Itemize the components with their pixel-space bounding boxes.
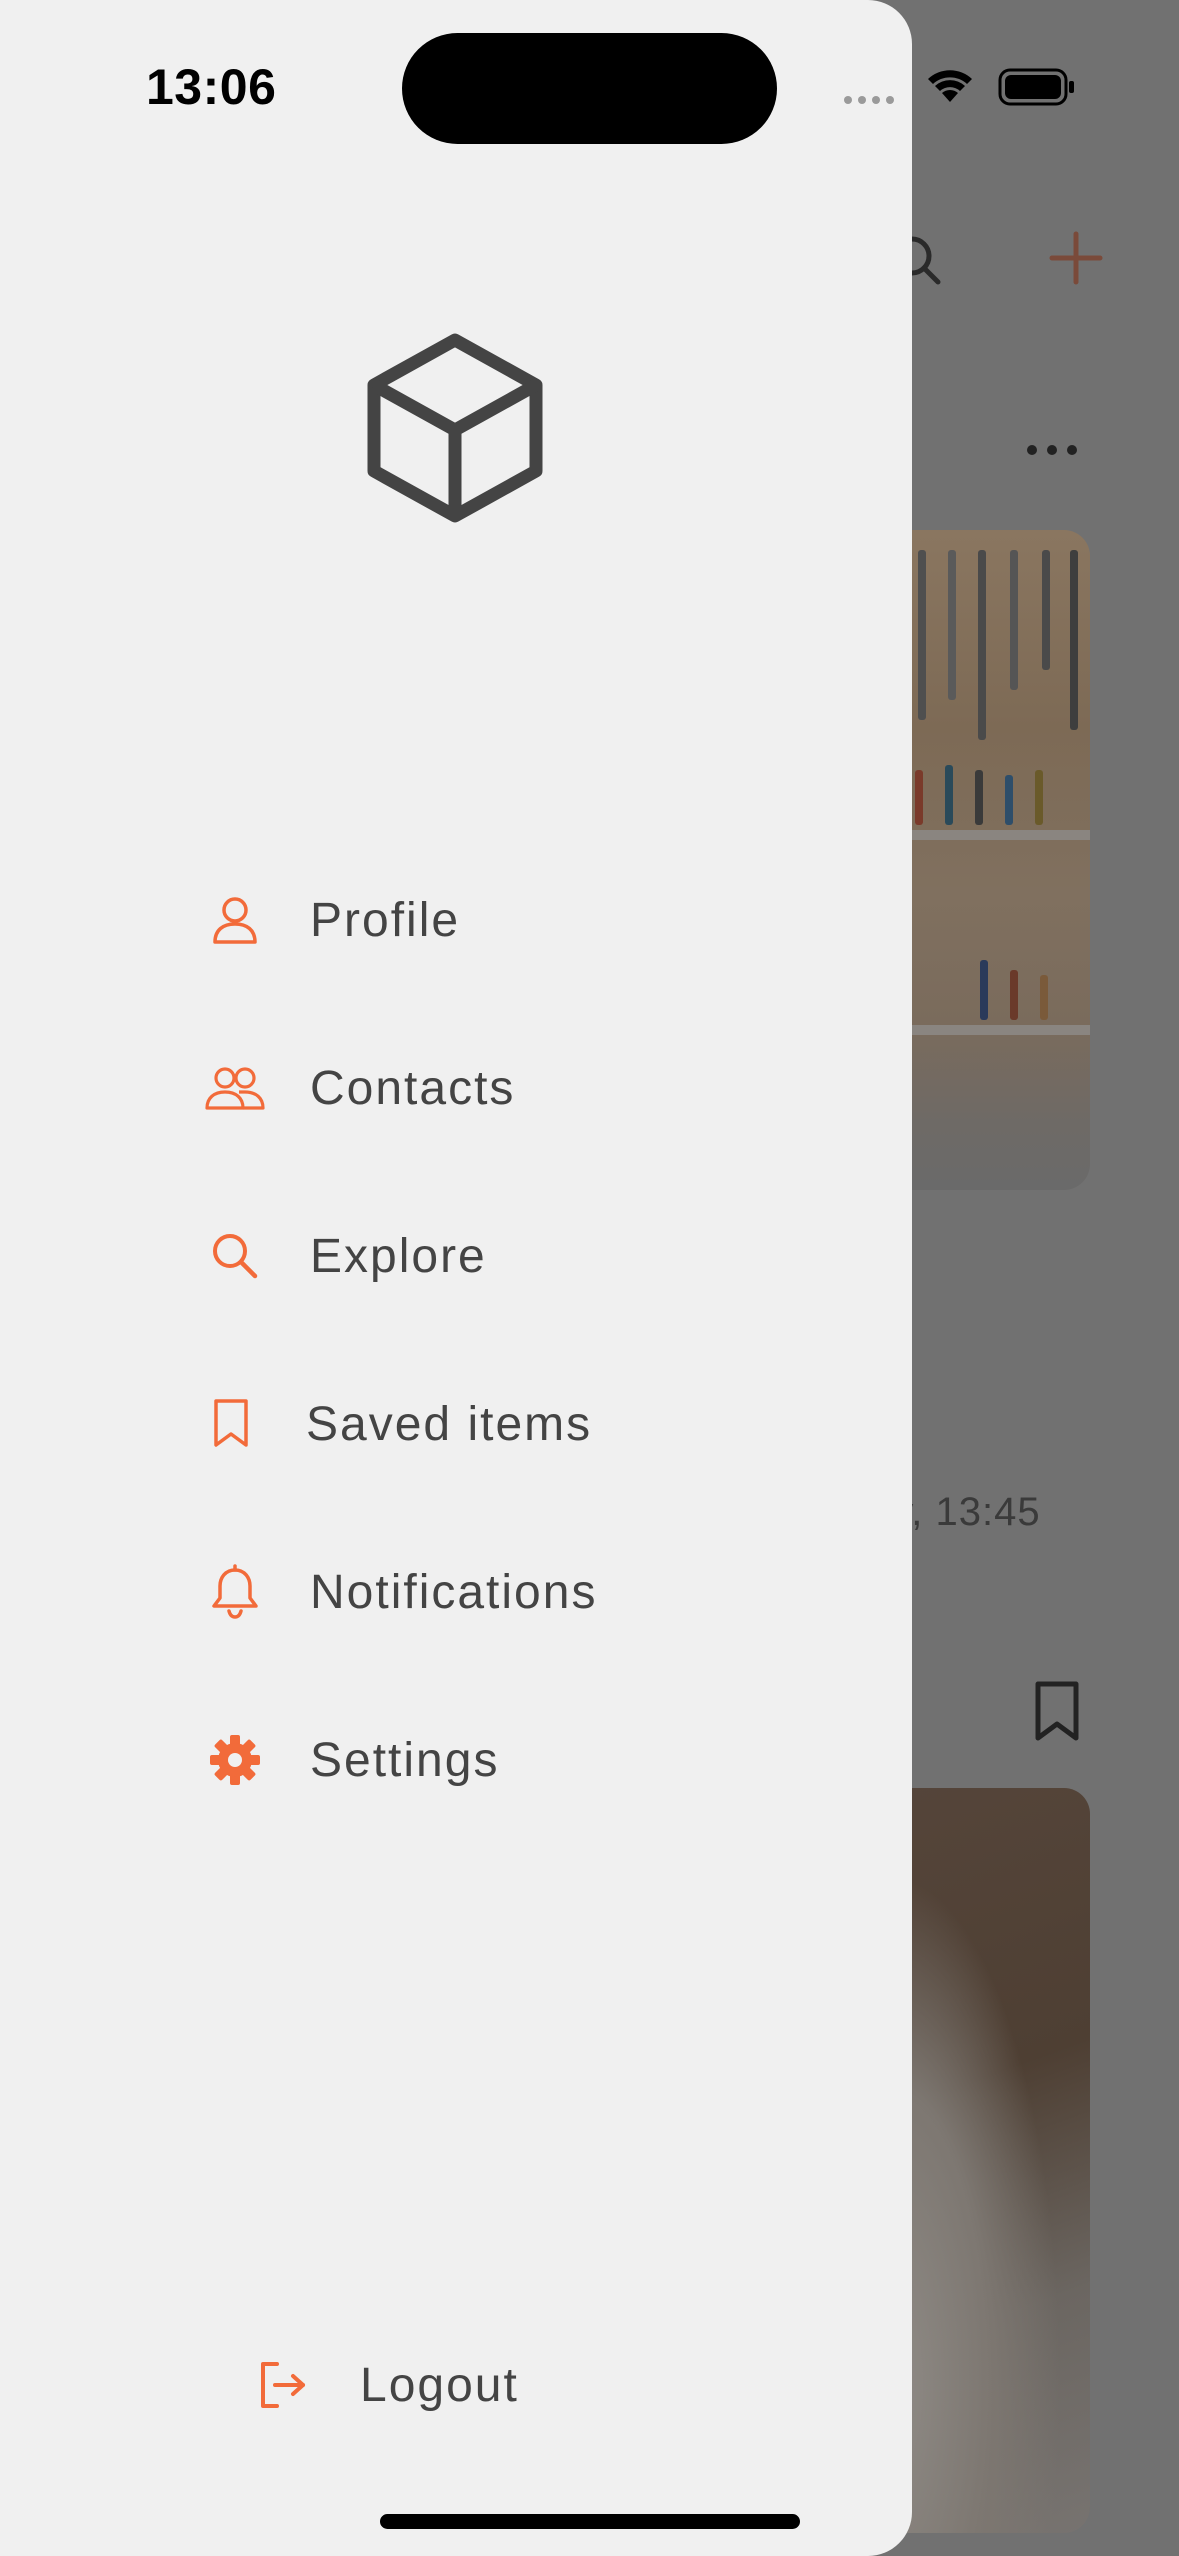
bookmark-icon [196,1389,266,1459]
menu-item-contacts[interactable]: Contacts [200,1038,515,1138]
bell-icon [200,1557,270,1627]
gear-icon [200,1725,270,1795]
dynamic-island [402,33,777,144]
menu-item-settings[interactable]: Settings [200,1710,499,1810]
logout-label: Logout [360,2358,519,2412]
menu-item-label: Contacts [310,1061,516,1115]
menu-item-label: Explore [310,1229,487,1283]
plus-icon [1049,231,1103,285]
people-icon [200,1053,270,1123]
cube-icon [367,333,543,523]
logout-icon [250,2353,314,2417]
logout-button[interactable]: Logout [250,2335,519,2435]
menu-item-explore[interactable]: Explore [200,1206,487,1306]
wifi-icon [928,70,972,102]
menu-item-label: Saved items [306,1397,593,1451]
status-time: 13:06 [146,59,277,115]
menu-item-label: Notifications [310,1565,598,1619]
menu-item-label: Settings [310,1733,500,1787]
search-icon [200,1221,270,1291]
battery-icon [998,68,1074,106]
more-icon [1027,445,1077,455]
navigation-drawer: 13:06 Profile Contacts Explore Saved ite… [0,0,912,2556]
home-indicator [380,2514,800,2529]
menu-item-profile[interactable]: Profile [200,870,460,970]
menu-item-label: Profile [310,893,461,947]
bookmark-icon [1035,1681,1079,1741]
menu-item-notifications[interactable]: Notifications [200,1542,597,1642]
status-icons [844,68,1074,106]
cellular-signal-icon [844,96,894,104]
person-icon [200,885,270,955]
menu-item-saved-items[interactable]: Saved items [196,1374,592,1474]
